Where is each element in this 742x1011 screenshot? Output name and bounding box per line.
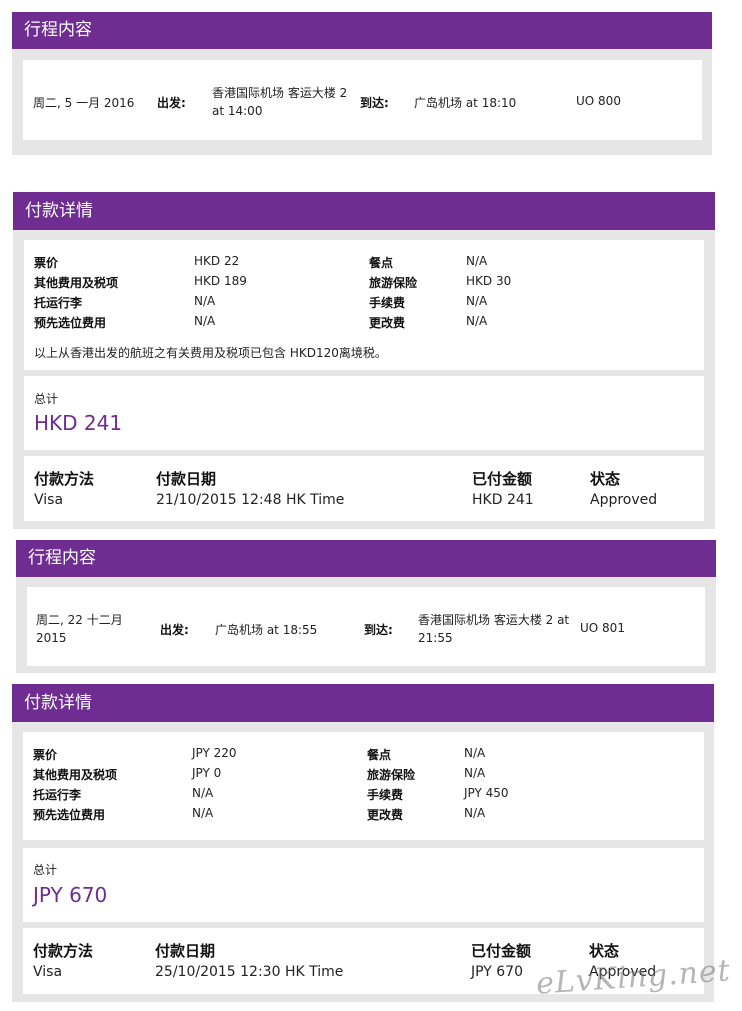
col-status: 状态 — [590, 470, 621, 488]
payment-method-value: Visa — [33, 964, 63, 980]
fee-label-handling: 手续费 — [367, 788, 404, 802]
section-title: 付款详情 — [25, 201, 93, 221]
itinerary-card-2: 周二, 22 十二月 2015 出发: 广岛机场 at 18:55 到达: 香港… — [27, 587, 705, 666]
payment-method-value: Visa — [34, 492, 64, 508]
col-status: 状态 — [589, 942, 620, 960]
status-value: Approved — [590, 492, 658, 508]
fee-value-insurance: HKD 30 — [466, 274, 512, 288]
payment-date-value: 21/10/2015 12:48 HK Time — [156, 492, 345, 508]
flight-date: 周二, 22 十二月 — [36, 613, 123, 627]
fee-label-baggage: 托运行李 — [34, 296, 83, 310]
depart-label: 出发: — [160, 623, 189, 637]
fee-value-baggage: N/A — [192, 786, 214, 800]
itinerary-card-1: 周二, 5 一月 2016 出发: 香港国际机场 客运大楼 2 at 14:00… — [23, 60, 702, 140]
flight-date: 周二, 5 一月 2016 — [33, 96, 135, 110]
arrive-label: 到达: — [364, 623, 393, 637]
amount-paid-value: HKD 241 — [472, 492, 534, 508]
section-title: 付款详情 — [24, 693, 92, 713]
col-amount-paid: 已付金额 — [472, 470, 533, 488]
itinerary-header-2: 行程内容 — [16, 540, 716, 577]
col-amount-paid: 已付金额 — [471, 942, 532, 960]
col-payment-date: 付款日期 — [156, 470, 217, 488]
fee-label-fare: 票价 — [34, 256, 59, 270]
fee-label-change: 更改费 — [367, 808, 404, 822]
col-payment-date: 付款日期 — [155, 942, 216, 960]
fee-value-fare: HKD 22 — [194, 254, 240, 268]
fee-value-baggage: N/A — [194, 294, 216, 308]
arrive-value: 香港国际机场 客运大楼 2 at — [418, 613, 570, 627]
col-payment-method: 付款方法 — [34, 470, 95, 488]
depart-label: 出发: — [157, 96, 186, 110]
total-amount: HKD 241 — [34, 411, 123, 435]
fee-label-other-taxes: 其他费用及税项 — [33, 768, 118, 782]
flight-date-year: 2015 — [36, 631, 67, 645]
total-card-1: 总计 HKD 241 — [24, 376, 704, 450]
section-title: 行程内容 — [24, 20, 92, 40]
fee-label-seat: 预先选位费用 — [34, 316, 107, 330]
fee-value-insurance: N/A — [464, 766, 486, 780]
col-payment-method: 付款方法 — [33, 942, 94, 960]
itinerary-header-1: 行程内容 — [12, 12, 712, 49]
amount-paid-value: JPY 670 — [471, 964, 523, 980]
payment-header-1: 付款详情 — [13, 192, 715, 230]
fee-value-other-taxes: HKD 189 — [194, 274, 247, 288]
payment-date-value: 25/10/2015 12:30 HK Time — [155, 964, 344, 980]
fee-value-seat: N/A — [194, 314, 216, 328]
total-amount: JPY 670 — [33, 883, 108, 907]
fee-breakdown-card-1: 票价 HKD 22 其他费用及税项 HKD 189 托运行李 N/A 预先选位费… — [24, 240, 704, 370]
flight-number: UO 801 — [580, 621, 625, 635]
fee-label-other-taxes: 其他费用及税项 — [34, 276, 119, 290]
depart-time: at 14:00 — [212, 104, 263, 118]
total-label: 总计 — [33, 863, 58, 877]
fee-label-meal: 餐点 — [367, 748, 392, 762]
fee-value-handling: N/A — [466, 294, 488, 308]
payment-record-card-1: 付款方法 付款日期 已付金额 状态 Visa 21/10/2015 12:48 … — [24, 456, 704, 521]
arrive-label: 到达: — [360, 96, 389, 110]
payment-header-2: 付款详情 — [12, 684, 714, 722]
fee-label-baggage: 托运行李 — [33, 788, 82, 802]
fee-label-change: 更改费 — [369, 316, 406, 330]
arrive-time: 21:55 — [418, 631, 453, 645]
fee-value-fare: JPY 220 — [192, 746, 237, 760]
fee-label-meal: 餐点 — [369, 256, 394, 270]
arrive-value: 广岛机场 at 18:10 — [414, 96, 517, 110]
fee-label-handling: 手续费 — [369, 296, 406, 310]
fee-label-insurance: 旅游保险 — [369, 276, 418, 290]
fee-value-other-taxes: JPY 0 — [192, 766, 222, 780]
fee-value-meal: N/A — [466, 254, 488, 268]
total-label: 总计 — [34, 392, 59, 406]
fee-value-handling: JPY 450 — [464, 786, 509, 800]
total-card-2: 总计 JPY 670 — [23, 848, 704, 922]
fee-label-insurance: 旅游保险 — [367, 768, 416, 782]
depart-value: 广岛机场 at 18:55 — [215, 623, 318, 637]
fee-value-change: N/A — [466, 314, 488, 328]
fee-value-seat: N/A — [192, 806, 214, 820]
flight-number: UO 800 — [576, 94, 621, 108]
tax-note: 以上从香港出发的航班之有关费用及税项已包含 HKD120离境税。 — [34, 346, 387, 360]
fee-value-meal: N/A — [464, 746, 486, 760]
depart-value: 香港国际机场 客运大楼 2 — [212, 86, 348, 100]
fee-breakdown-card-2: 票价 JPY 220 其他费用及税项 JPY 0 托运行李 N/A 预先选位费用… — [23, 732, 704, 840]
fee-label-seat: 预先选位费用 — [33, 808, 106, 822]
fee-label-fare: 票价 — [33, 748, 58, 762]
fee-value-change: N/A — [464, 806, 486, 820]
section-title: 行程内容 — [28, 548, 96, 568]
